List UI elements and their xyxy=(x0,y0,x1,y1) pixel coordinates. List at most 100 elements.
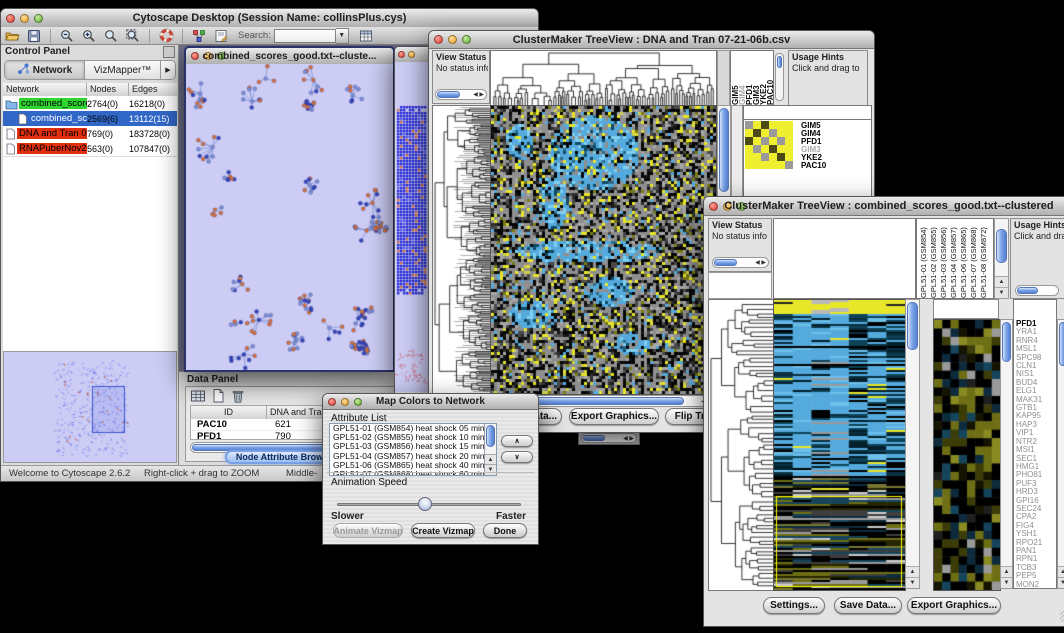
tv1-column-labels[interactable]: GIM5GIM4PFD1GIM3YKE2PAC10 xyxy=(730,50,774,106)
tab-vizmapper[interactable]: VizMapper™ xyxy=(85,61,161,79)
tv2-column-labels[interactable]: GPL51-01 (GSM854)GPL51-02 (GSM855)GPL51-… xyxy=(916,218,994,299)
tv1-matrix-cell[interactable] xyxy=(777,129,785,137)
treeview2-titlebar[interactable]: ClusterMaker TreeView : combined_scores_… xyxy=(704,197,1064,216)
attribute-list-item[interactable]: GPL51-07 (GSM868) heat shock 60 min xyxy=(330,470,496,476)
network-list-row[interactable]: DNA and Tran 07769(0)183728(0) xyxy=(3,126,177,141)
grid-window-titlebar[interactable] xyxy=(395,47,431,63)
zoom-in-icon[interactable] xyxy=(81,28,97,44)
tv2-usage-scrollbar[interactable] xyxy=(1015,285,1059,296)
tv1-matrix-cell[interactable] xyxy=(761,161,769,169)
tv1-zoom-matrix[interactable] xyxy=(745,121,793,169)
tv1-matrix-cell[interactable] xyxy=(745,145,753,153)
move-down-button[interactable]: ∨ xyxy=(501,451,533,463)
tv1-column-label[interactable]: PAC10 xyxy=(766,51,773,105)
tv1-matrix-cell[interactable] xyxy=(753,153,761,161)
tv2-zoom-vscrollbar[interactable]: ▲▼ xyxy=(1000,319,1013,589)
zoom-out-icon[interactable] xyxy=(59,28,75,44)
tv2-button-export-graphics[interactable]: Export Graphics... xyxy=(907,597,1001,614)
tv2-gene-label[interactable]: MON2 xyxy=(1014,581,1056,589)
main-titlebar[interactable]: Cytoscape Desktop (Session Name: collins… xyxy=(1,9,538,28)
tv1-view-status-scrollbar[interactable]: ◀ ▶ xyxy=(435,89,487,100)
tv1-matrix-cell[interactable] xyxy=(785,137,793,145)
tv1-matrix-cell[interactable] xyxy=(777,153,785,161)
tv1-matrix-cell[interactable] xyxy=(753,137,761,145)
fragment-scrollbar[interactable]: ◀ ▶ xyxy=(581,433,637,443)
tv1-matrix-cell[interactable] xyxy=(753,121,761,129)
tv1-button-export-graphics[interactable]: Export Graphics... xyxy=(569,408,659,425)
dialog-button-done[interactable]: Done xyxy=(483,523,527,538)
tab-network[interactable]: Network xyxy=(5,61,85,79)
tv1-matrix-cell[interactable] xyxy=(769,161,777,169)
data-table-header-id[interactable]: ID xyxy=(191,406,267,419)
tv1-matrix-cell[interactable] xyxy=(745,121,753,129)
network-view-titlebar[interactable]: combined_scores_good.txt--cluste... xyxy=(186,48,393,65)
network-graph-canvas[interactable] xyxy=(186,64,393,370)
tv1-matrix-cell[interactable] xyxy=(769,153,777,161)
tv1-matrix-cell[interactable] xyxy=(745,137,753,145)
zoom-fit-icon[interactable] xyxy=(103,28,119,44)
tv1-column-dendrogram[interactable] xyxy=(490,50,717,106)
vizmapper-icon[interactable] xyxy=(191,28,207,44)
search-input[interactable] xyxy=(274,29,336,43)
tv2-view-status-scrollbar[interactable]: ◀ ▶ xyxy=(712,257,769,268)
tv2-button-settings[interactable]: Settings... xyxy=(763,597,825,614)
tv1-matrix-cell[interactable] xyxy=(769,145,777,153)
tv2-genes-vscrollbar[interactable]: ▲▼ xyxy=(1057,319,1064,589)
tv1-column-label[interactable]: GIM5 xyxy=(731,51,738,105)
tv2-labels-vscrollbar[interactable]: ▲▼ xyxy=(994,218,1009,299)
tv1-matrix-cell[interactable] xyxy=(777,121,785,129)
tv2-column-label[interactable]: GPL51-01 (GSM854) xyxy=(919,219,929,298)
resize-grip[interactable] xyxy=(1060,610,1064,622)
tv2-column-label[interactable]: GPL51-08 (GSM872) xyxy=(979,219,989,298)
tv1-matrix-cell[interactable] xyxy=(769,121,777,129)
tv1-matrix-cell[interactable] xyxy=(785,145,793,153)
tv1-matrix-cell[interactable] xyxy=(761,129,769,137)
zoom-selected-icon[interactable] xyxy=(125,28,141,44)
search-dropdown-icon[interactable]: ▼ xyxy=(336,28,349,44)
tv1-zoom-gene-label[interactable]: PAC10 xyxy=(799,162,859,170)
tv1-matrix-cell[interactable] xyxy=(777,161,785,169)
tv1-matrix-cell[interactable] xyxy=(761,137,769,145)
tv1-matrix-cell[interactable] xyxy=(761,121,769,129)
import-table-icon[interactable] xyxy=(358,28,374,44)
tv1-matrix-cell[interactable] xyxy=(753,161,761,169)
tv2-global-heatmap[interactable] xyxy=(773,299,906,591)
open-file-icon[interactable] xyxy=(4,28,20,44)
treeview1-titlebar[interactable]: ClusterMaker TreeView : DNA and Tran 07-… xyxy=(429,31,874,49)
tv1-column-label[interactable]: GIM4 xyxy=(738,51,745,105)
tv1-matrix-cell[interactable] xyxy=(777,145,785,153)
tv1-column-label[interactable]: YKE2 xyxy=(759,51,766,105)
dialog-button-create-vizmap[interactable]: Create Vizmap xyxy=(411,523,475,538)
tv1-column-label[interactable]: GIM3 xyxy=(752,51,759,105)
tabs-overflow-arrow[interactable]: ▶ xyxy=(161,61,175,79)
minimize-icon[interactable] xyxy=(408,51,415,58)
tv2-zoom-heatmap[interactable] xyxy=(933,319,1001,591)
tv1-row-dendrogram[interactable] xyxy=(432,105,492,395)
network-overview-thumbnail[interactable] xyxy=(4,352,176,462)
tv1-matrix-cell[interactable] xyxy=(745,161,753,169)
tv1-column-label[interactable]: PFD1 xyxy=(745,51,752,105)
tv2-column-label[interactable]: GPL51-04 (GSM857) xyxy=(949,219,959,298)
tv2-column-label[interactable]: GPL51-03 (GSM856) xyxy=(939,219,949,298)
tv2-column-label[interactable]: GPL51-07 (GSM868) xyxy=(969,219,979,298)
tv1-matrix-cell[interactable] xyxy=(761,153,769,161)
tv1-labels-scrollbar[interactable] xyxy=(775,53,784,101)
close-icon[interactable] xyxy=(398,51,405,58)
dialog-button-animate-vizmap[interactable]: Animate Vizmap xyxy=(333,523,403,538)
network-list-row[interactable]: combined_sco2569(6)13112(15) xyxy=(3,111,177,126)
annotation-icon[interactable] xyxy=(213,28,229,44)
tv2-column-label[interactable]: GPL51-02 (GSM855) xyxy=(929,219,939,298)
tv1-global-heatmap[interactable] xyxy=(490,105,717,395)
tv1-matrix-cell[interactable] xyxy=(745,129,753,137)
attribute-list-scrollbar[interactable]: ▲▼ xyxy=(484,424,496,475)
move-up-button[interactable]: ∧ xyxy=(501,435,533,447)
dialog-titlebar[interactable]: Map Colors to Network xyxy=(323,394,538,410)
tv1-matrix-cell[interactable] xyxy=(745,153,753,161)
tv1-matrix-cell[interactable] xyxy=(769,137,777,145)
network-list-row[interactable]: combined_scores2764(0)16218(0) xyxy=(3,96,177,111)
save-session-icon[interactable] xyxy=(26,28,42,44)
tv1-matrix-cell[interactable] xyxy=(777,137,785,145)
network-list-row[interactable]: RNAPuberNov2+563(0)107847(0) xyxy=(3,141,177,156)
tv1-matrix-cell[interactable] xyxy=(769,129,777,137)
tv2-heatmap-vscrollbar[interactable]: ▲▼ xyxy=(905,299,920,589)
